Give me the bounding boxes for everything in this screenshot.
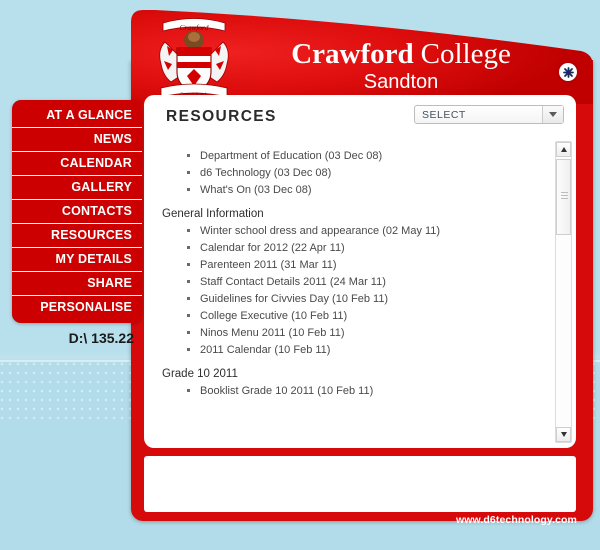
footer-credit-link[interactable]: www.d6technology.com — [456, 514, 577, 526]
sidebar-item-personalise[interactable]: PERSONALISE — [12, 296, 142, 319]
content-header: RESOURCES SELECT — [144, 95, 576, 139]
list-item[interactable]: 2011 Calendar (10 Feb 11) — [144, 341, 542, 358]
page-title-main: Crawford College — [251, 40, 551, 69]
sidebar-item-share[interactable]: SHARE — [12, 272, 142, 296]
list-item[interactable]: Department of Education (03 Dec 08) — [144, 147, 542, 164]
resource-list: Department of Education (03 Dec 08) d6 T… — [144, 147, 542, 198]
list-item[interactable]: Parenteen 2011 (31 Mar 11) — [144, 256, 542, 273]
list-item[interactable]: College Executive (10 Feb 11) — [144, 307, 542, 324]
sidebar-item-calendar[interactable]: CALENDAR — [12, 152, 142, 176]
scrollbar-thumb[interactable] — [556, 159, 571, 235]
list-item[interactable]: Guidelines for Civvies Day (10 Feb 11) — [144, 290, 542, 307]
resource-list-container: Department of Education (03 Dec 08) d6 T… — [144, 139, 542, 401]
close-button[interactable] — [559, 63, 577, 81]
footer-panel — [144, 456, 576, 512]
main-panel: Crawford Crescit Eund — [131, 4, 593, 526]
app-window: AT A GLANCE NEWS CALENDAR GALLERY CONTAC… — [0, 0, 600, 550]
title-word-crawford: Crawford — [291, 38, 414, 70]
sidebar-item-resources[interactable]: RESOURCES — [12, 224, 142, 248]
list-item[interactable]: Calendar for 2012 (22 Apr 11) — [144, 239, 542, 256]
title-word-college: College — [420, 38, 511, 70]
page-title: RESOURCES — [166, 108, 277, 125]
sidebar-item-news[interactable]: NEWS — [12, 128, 142, 152]
version-label: D:\ 135.22 — [68, 330, 134, 346]
resource-group: Department of Education (03 Dec 08) d6 T… — [144, 147, 542, 198]
resource-list: Booklist Grade 10 2011 (10 Feb 11) — [144, 382, 542, 399]
list-item[interactable]: d6 Technology (03 Dec 08) — [144, 164, 542, 181]
header-title-block: Crawford College Sandton — [251, 40, 551, 93]
list-item[interactable]: Ninos Menu 2011 (10 Feb 11) — [144, 324, 542, 341]
page-title-subtitle: Sandton — [363, 71, 439, 93]
scrollbar-grip — [561, 192, 568, 200]
close-icon — [562, 66, 574, 78]
scroll-down-arrow-icon[interactable] — [556, 427, 571, 442]
select-value-text: SELECT — [422, 108, 466, 121]
sidebar-item-at-a-glance[interactable]: AT A GLANCE — [12, 104, 142, 128]
resource-list: Winter school dress and appearance (02 M… — [144, 222, 542, 358]
vertical-scrollbar[interactable] — [555, 141, 572, 443]
list-item[interactable]: Winter school dress and appearance (02 M… — [144, 222, 542, 239]
list-item[interactable]: Staff Contact Details 2011 (24 Mar 11) — [144, 273, 542, 290]
sidebar-nav: AT A GLANCE NEWS CALENDAR GALLERY CONTAC… — [12, 100, 142, 323]
scroll-up-arrow-icon[interactable] — [556, 142, 571, 157]
list-item[interactable]: What's On (03 Dec 08) — [144, 181, 542, 198]
group-title-grade-10-2011: Grade 10 2011 — [162, 368, 238, 380]
sidebar-item-my-details[interactable]: MY DETAILS — [12, 248, 142, 272]
school-crest-logo: Crawford Crescit Eund — [147, 6, 241, 106]
resource-group: General Information Winter school dress … — [144, 208, 542, 358]
list-item[interactable]: Booklist Grade 10 2011 (10 Feb 11) — [144, 382, 542, 399]
sidebar-item-contacts[interactable]: CONTACTS — [12, 200, 142, 224]
resource-list-scroll-area[interactable]: Department of Education (03 Dec 08) d6 T… — [144, 139, 576, 448]
group-title-general-information: General Information — [162, 208, 264, 220]
sidebar-item-gallery[interactable]: GALLERY — [12, 176, 142, 200]
resource-select-dropdown[interactable]: SELECT — [414, 105, 564, 124]
resource-group: Grade 10 2011 Booklist Grade 10 2011 (10… — [144, 368, 542, 399]
chevron-down-icon[interactable] — [542, 106, 563, 123]
content-card: RESOURCES SELECT Department of Education… — [144, 95, 576, 448]
svg-text:Crawford: Crawford — [180, 23, 209, 32]
